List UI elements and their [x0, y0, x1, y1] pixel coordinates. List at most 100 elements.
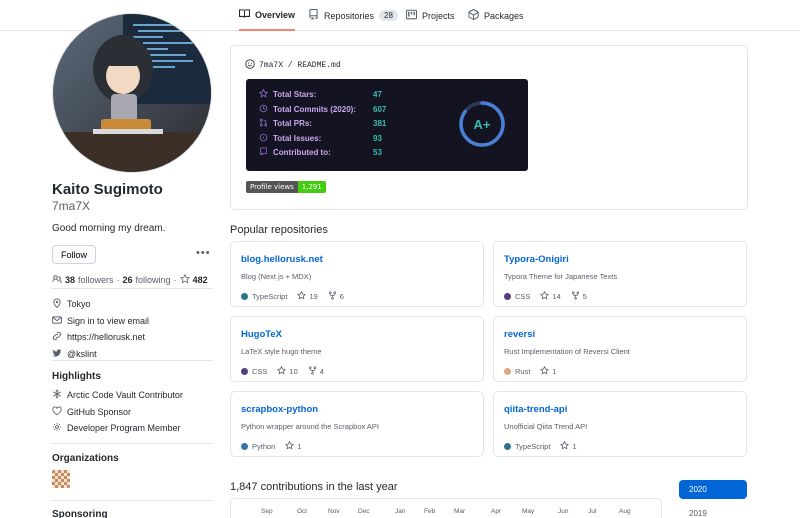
repo-stars-count: 14: [552, 292, 561, 301]
year-2020-button[interactable]: 2020: [679, 480, 747, 499]
stars-count[interactable]: 482: [193, 275, 208, 285]
repo-stars[interactable]: 19: [297, 290, 318, 302]
tab-packages[interactable]: Packages: [468, 0, 524, 31]
tab-projects[interactable]: Projects: [406, 0, 455, 31]
separator: ·: [173, 275, 177, 285]
fork-icon: [328, 291, 337, 302]
history-icon: [259, 104, 268, 115]
star-icon: [297, 290, 307, 302]
repo-stars[interactable]: 1: [560, 440, 577, 452]
repo-name-link[interactable]: Typora-Onigiri: [504, 254, 736, 265]
github-stats-card[interactable]: Total Stars: 47 Total Commits (2020): 60…: [246, 79, 528, 171]
repo-card: scrapbox-python Python wrapper around th…: [230, 391, 484, 457]
people-icon: [52, 274, 62, 286]
location-icon: [52, 298, 62, 310]
repo-forks[interactable]: 5: [571, 291, 587, 302]
avatar[interactable]: [52, 13, 212, 173]
followers-count[interactable]: 38: [65, 275, 75, 285]
repo-meta: TypeScript 19 6: [241, 290, 344, 302]
month-label: Jun: [558, 508, 569, 515]
star-icon: [285, 440, 295, 452]
highlight-item[interactable]: Arctic Code Vault Contributor: [52, 387, 183, 404]
repo-language: CSS: [504, 292, 530, 301]
follow-stats: 38 followers · 26 following · 482: [52, 273, 208, 286]
star-icon: [258, 88, 269, 100]
repo-forks-count: 6: [339, 292, 344, 301]
organization-avatar[interactable]: [52, 470, 70, 488]
readme-path[interactable]: 7ma7X / README.md: [245, 59, 341, 72]
highlight-label: Developer Program Member: [67, 423, 181, 434]
views-count: 1,291: [297, 181, 326, 193]
fork-icon: [308, 366, 317, 377]
repo-name-link[interactable]: HugoTeX: [241, 329, 473, 340]
repo-stars[interactable]: 10: [277, 365, 298, 377]
repo-language-name: Rust: [515, 367, 531, 376]
repo-language-name: TypeScript: [252, 292, 288, 301]
twitter-link[interactable]: @kslint: [67, 349, 97, 359]
repo-language: Python: [241, 442, 275, 451]
organizations-title: Organizations: [52, 453, 119, 464]
star-icon: [540, 290, 550, 302]
repo-stars-count: 19: [309, 292, 318, 301]
repo-description: Python wrapper around the Scrapbox API: [241, 422, 380, 431]
divider: [52, 443, 212, 444]
email-link[interactable]: Sign in to view email: [67, 316, 149, 326]
profile-login: 7ma7X: [52, 199, 91, 213]
highlight-item[interactable]: GitHub Sponsor: [52, 404, 183, 421]
followers-label[interactable]: followers: [78, 275, 114, 285]
pull-request-icon: [259, 118, 268, 129]
fork-icon: [571, 291, 580, 302]
star-icon: [179, 273, 190, 286]
more-options-button[interactable]: •••: [196, 247, 211, 259]
repo-language-name: TypeScript: [515, 442, 551, 451]
repo-forks[interactable]: 6: [328, 291, 344, 302]
repo-stars[interactable]: 14: [540, 290, 561, 302]
repo-stars[interactable]: 1: [285, 440, 302, 452]
star-icon: [540, 365, 550, 377]
repo-forks[interactable]: 4: [308, 366, 324, 377]
project-icon: [406, 9, 417, 22]
readme-panel: 7ma7X / README.md Total Stars: 47 Total …: [230, 45, 748, 210]
month-label: Oct: [297, 508, 308, 515]
divider: [52, 288, 212, 289]
following-count[interactable]: 26: [123, 275, 133, 285]
repo-description: Blog (Next.js + MDX): [241, 272, 312, 281]
repo-name-link[interactable]: blog.hellorusk.net: [241, 254, 473, 265]
repositories-count: 28: [379, 10, 398, 21]
repo-card: qiita-trend-api Unofficial Qiita Trend A…: [493, 391, 747, 457]
divider: [52, 500, 212, 501]
highlights-list: Arctic Code Vault Contributor GitHub Spo…: [52, 387, 183, 437]
month-label: May: [522, 508, 535, 515]
location-text: Tokyo: [67, 299, 91, 310]
repo-language: TypeScript: [504, 442, 550, 451]
repo-name-link[interactable]: scrapbox-python: [241, 404, 473, 415]
year-2019-button[interactable]: 2019: [679, 504, 747, 518]
website-link[interactable]: https://hellorusk.net: [67, 332, 145, 342]
repo-stars[interactable]: 1: [540, 365, 557, 377]
stat-value: 381: [373, 119, 387, 128]
repo-name-link[interactable]: qiita-trend-api: [504, 404, 736, 415]
profile-name: Kaito Sugimoto: [52, 181, 163, 198]
repo-meta: CSS 10 4: [241, 365, 324, 377]
tab-overview[interactable]: Overview: [239, 0, 296, 31]
divider: [52, 360, 212, 361]
website-row: https://hellorusk.net: [52, 329, 149, 346]
profile-views-badge: Profile views 1,291: [246, 181, 326, 193]
month-label: Nov: [328, 508, 340, 515]
language-color-dot: [241, 293, 248, 300]
language-color-dot: [504, 293, 511, 300]
repo-meta: CSS 14 5: [504, 290, 587, 302]
month-label: Sep: [261, 508, 273, 515]
package-icon: [468, 8, 479, 22]
tab-repositories[interactable]: Repositories 28: [308, 0, 398, 31]
month-label: Jan: [395, 508, 406, 515]
follow-button[interactable]: Follow: [52, 245, 96, 264]
sponsoring-title: Sponsoring: [52, 509, 108, 518]
repo-stars-count: 1: [552, 367, 557, 376]
issue-icon: [259, 133, 268, 144]
repo-meta: Rust 1: [504, 365, 557, 377]
stat-label: Total PRs:: [273, 119, 312, 128]
repo-name-link[interactable]: reversi: [504, 329, 736, 340]
highlight-item[interactable]: Developer Program Member: [52, 420, 183, 437]
following-label[interactable]: following: [136, 275, 171, 285]
